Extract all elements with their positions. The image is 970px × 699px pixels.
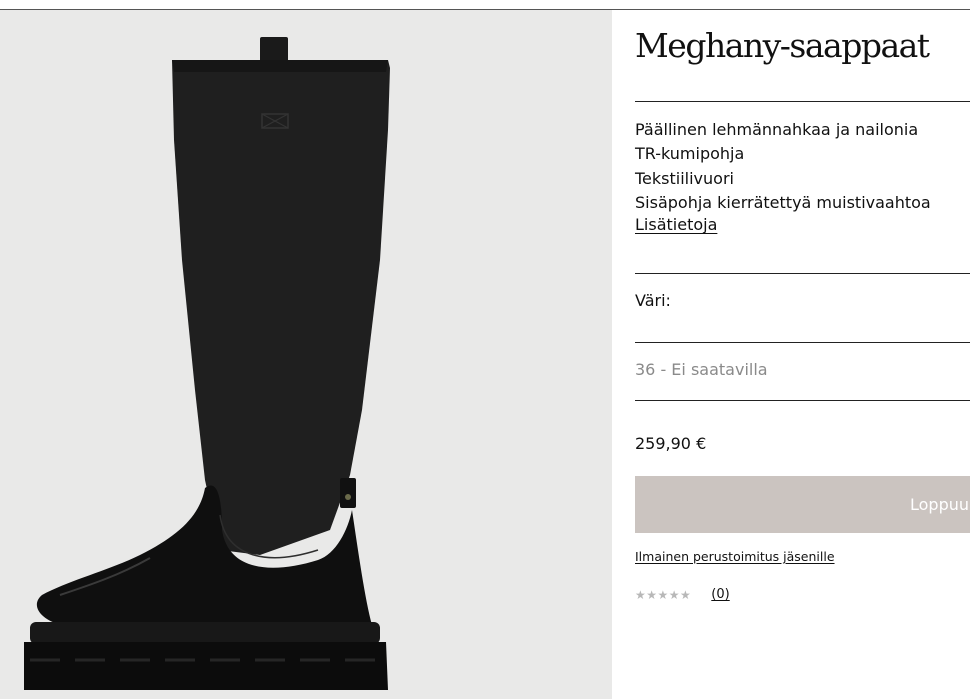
top-border [0,0,970,10]
feature-list: Päällinen lehmännahkaa ja nailonia TR-ku… [635,118,931,215]
divider [635,400,970,401]
divider [635,273,970,274]
star-rating-icon: ★★★★★ [635,587,692,602]
feature-item: Päällinen lehmännahkaa ja nailonia [635,120,919,139]
color-label: Väri: [635,291,671,310]
price: 259,90 € [635,434,707,453]
boot-illustration [0,10,612,699]
free-shipping-link[interactable]: Ilmainen perustoimitus jäsenille [635,549,835,564]
more-info-link[interactable]: Lisätietoja [635,215,717,234]
feature-item: Tekstiilivuori [635,168,734,188]
feature-item: TR-kumipohja [635,144,745,164]
review-count-link[interactable]: (0) [711,587,729,602]
product-title: Meghany-saappaat [635,26,930,65]
divider [635,342,970,343]
product-info-panel: Meghany-saappaat Päällinen lehmännahkaa … [612,10,970,699]
size-select[interactable]: 36 - Ei saatavilla [635,360,768,379]
rating: ★★★★★ (0) [635,587,730,602]
sold-out-button[interactable]: Loppuunmyyty [635,476,970,533]
divider [635,101,970,102]
product-image[interactable] [0,10,612,699]
feature-item: Sisäpohja kierrätettyä muistivaahtoa [635,192,931,212]
